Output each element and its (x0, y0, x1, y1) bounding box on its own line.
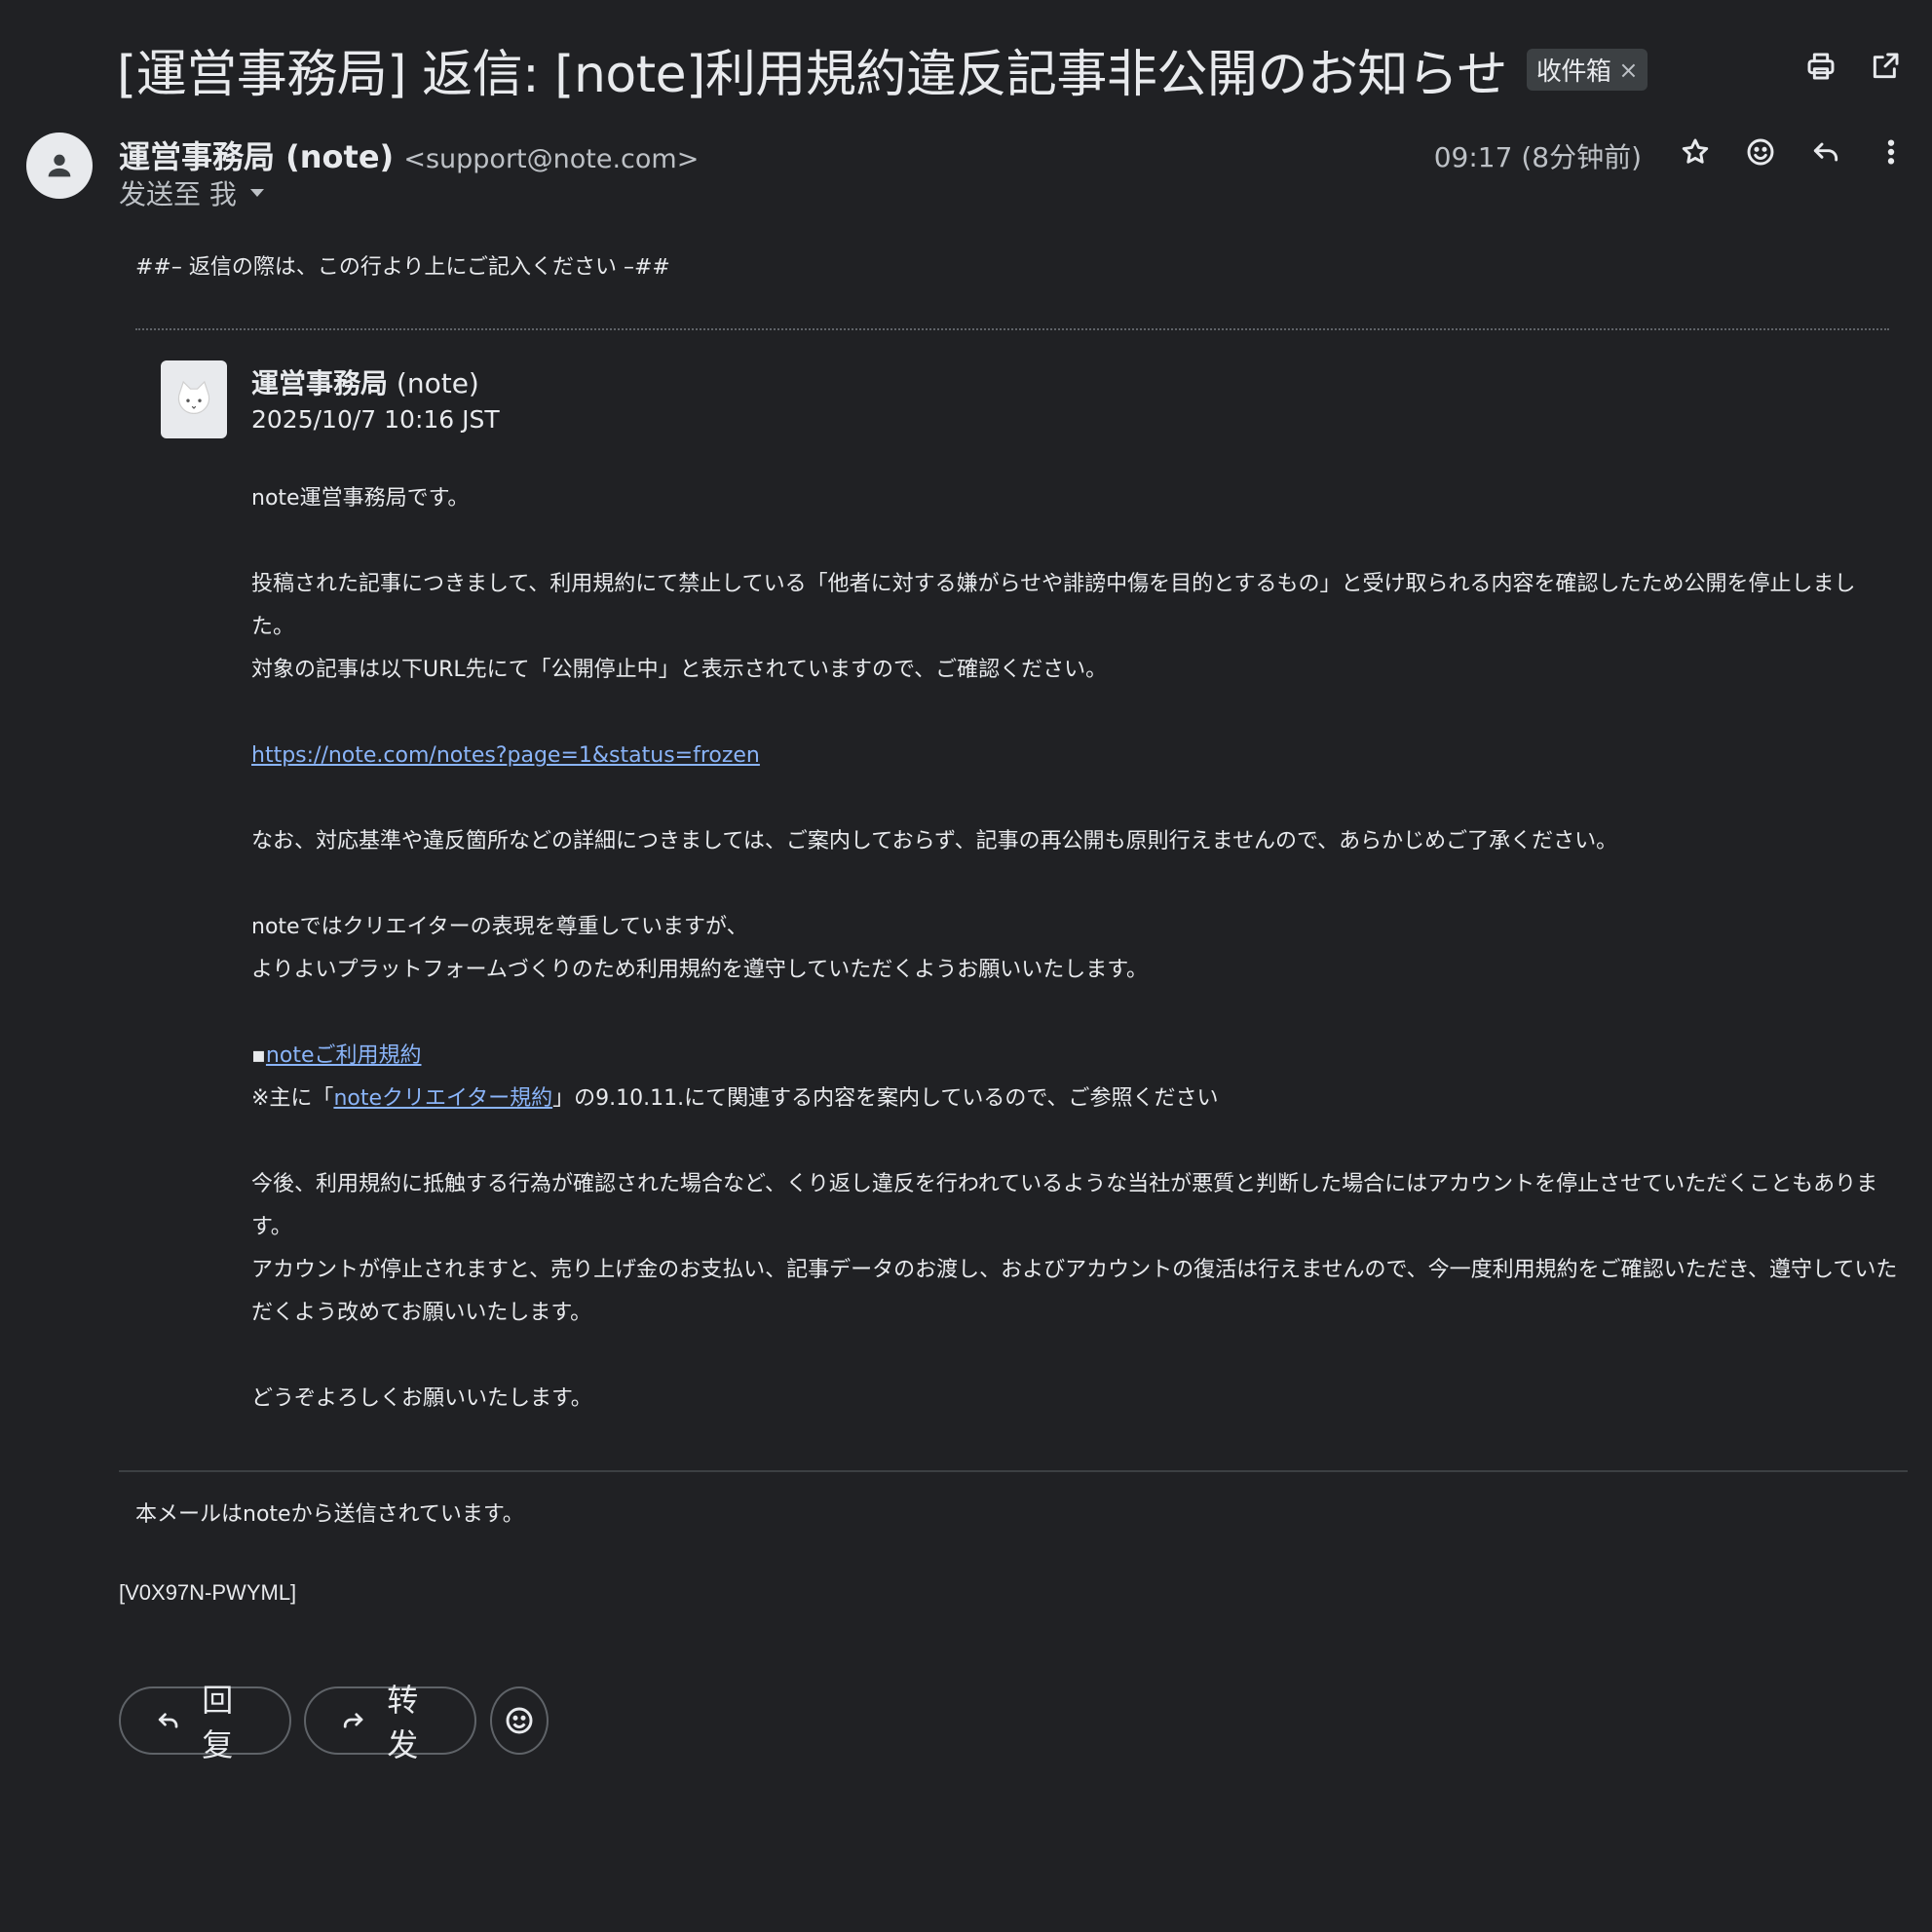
terms-of-use-link[interactable]: noteご利用規約 (266, 1043, 422, 1068)
body-paragraph: 今後、利用規約に抵触する行為が確認された場合など、くり返し違反を行われているよう… (251, 1172, 1878, 1239)
chevron-down-icon (249, 189, 264, 197)
reply-label: 回复 (202, 1682, 234, 1763)
reply-button[interactable]: 回复 (119, 1682, 291, 1763)
recipient-label: 发送至 我 (119, 178, 237, 210)
body-paragraph: よりよいプラットフォームづくりのため利用規約を遵守していただくようお願いいたしま… (251, 958, 1149, 982)
more-vert-icon[interactable] (1872, 133, 1911, 171)
inbox-label-chip: 收件箱 × (1526, 49, 1648, 91)
reference-code: [V0X97N-PWYML] (119, 1580, 297, 1605)
reply-icon[interactable] (1806, 133, 1845, 171)
emoji-icon (506, 1707, 533, 1734)
person-icon (48, 154, 71, 177)
sender-avatar (26, 133, 93, 199)
forward-icon (343, 1713, 363, 1728)
reply-icon (158, 1713, 178, 1728)
top-toolbar (1801, 47, 1905, 86)
frozen-notes-link[interactable]: https://note.com/notes?page=1&status=fro… (251, 743, 760, 768)
message-author: 運営事務局 (note) (251, 367, 479, 399)
message-actions (1676, 133, 1911, 171)
body-paragraph: なお、対応基準や違反箇所などの詳細につきましては、ご案内しておらず、記事の再公開… (251, 829, 1618, 853)
subject-title: [運営事務局] 返信: [note]利用規約違反記事非公開のお知らせ (117, 46, 1507, 104)
print-icon[interactable] (1801, 47, 1840, 86)
message-body: note運営事務局です。 投稿された記事につきまして、利用規約にて禁止している「… (251, 477, 1898, 1421)
reply-marker: ##– 返信の際は、この行より上にご記入ください –## (135, 255, 670, 280)
open-in-new-window-icon[interactable] (1866, 47, 1905, 86)
star-icon[interactable] (1676, 133, 1715, 171)
forward-label: 转发 (387, 1682, 419, 1763)
body-paragraph: アカウントが停止されますと、売り上げ金のお支払い、記事データのお渡し、およびアカ… (251, 1258, 1898, 1325)
creator-terms-line: ※主に「noteクリエイター規約」の9.10.11.にて関連する内容を案内してい… (251, 1086, 1219, 1111)
body-paragraph: 対象の記事は以下URL先にて「公開停止中」と表示されていますので、ご確認ください… (251, 658, 1108, 682)
received-time: 09:17 (8分钟前) (1433, 141, 1642, 173)
recipient-details-toggle[interactable]: 发送至 我 (119, 173, 264, 212)
remove-label-button[interactable]: × (1618, 57, 1638, 84)
dotted-divider (135, 328, 1889, 330)
message-date: 2025/10/7 10:16 JST (251, 405, 500, 434)
emoji-icon[interactable] (1741, 133, 1780, 171)
creator-terms-link[interactable]: noteクリエイター規約 (333, 1086, 552, 1111)
forward-button[interactable]: 转发 (304, 1682, 476, 1763)
body-paragraph: noteではクリエイターの表現を尊重していますが、 (251, 915, 748, 939)
sender-email: <support@note.com> (403, 144, 700, 174)
footer-note: 本メールはnoteから送信されています。 (135, 1502, 524, 1527)
emoji-reaction-button[interactable] (490, 1686, 549, 1755)
cat-icon (177, 380, 210, 414)
sender-name[interactable]: 運営事務局 (note) (119, 138, 394, 175)
note-logo (161, 360, 227, 438)
body-paragraph: note運営事務局です。 (251, 486, 470, 511)
body-paragraph: 投稿された記事につきまして、利用規約にて禁止している「他者に対する嫌がらせや誹謗… (251, 572, 1856, 639)
email-subject: [運営事務局] 返信: [note]利用規約違反記事非公開のお知らせ 收件箱 × (117, 33, 1648, 106)
inbox-label: 收件箱 (1535, 57, 1611, 87)
footer-divider (119, 1470, 1908, 1472)
body-paragraph: どうぞよろしくお願いいたします。 (251, 1386, 592, 1411)
sender-line: 運営事務局 (note) <support@note.com> (119, 133, 699, 177)
terms-line: ▪noteご利用規約 (251, 1043, 422, 1068)
